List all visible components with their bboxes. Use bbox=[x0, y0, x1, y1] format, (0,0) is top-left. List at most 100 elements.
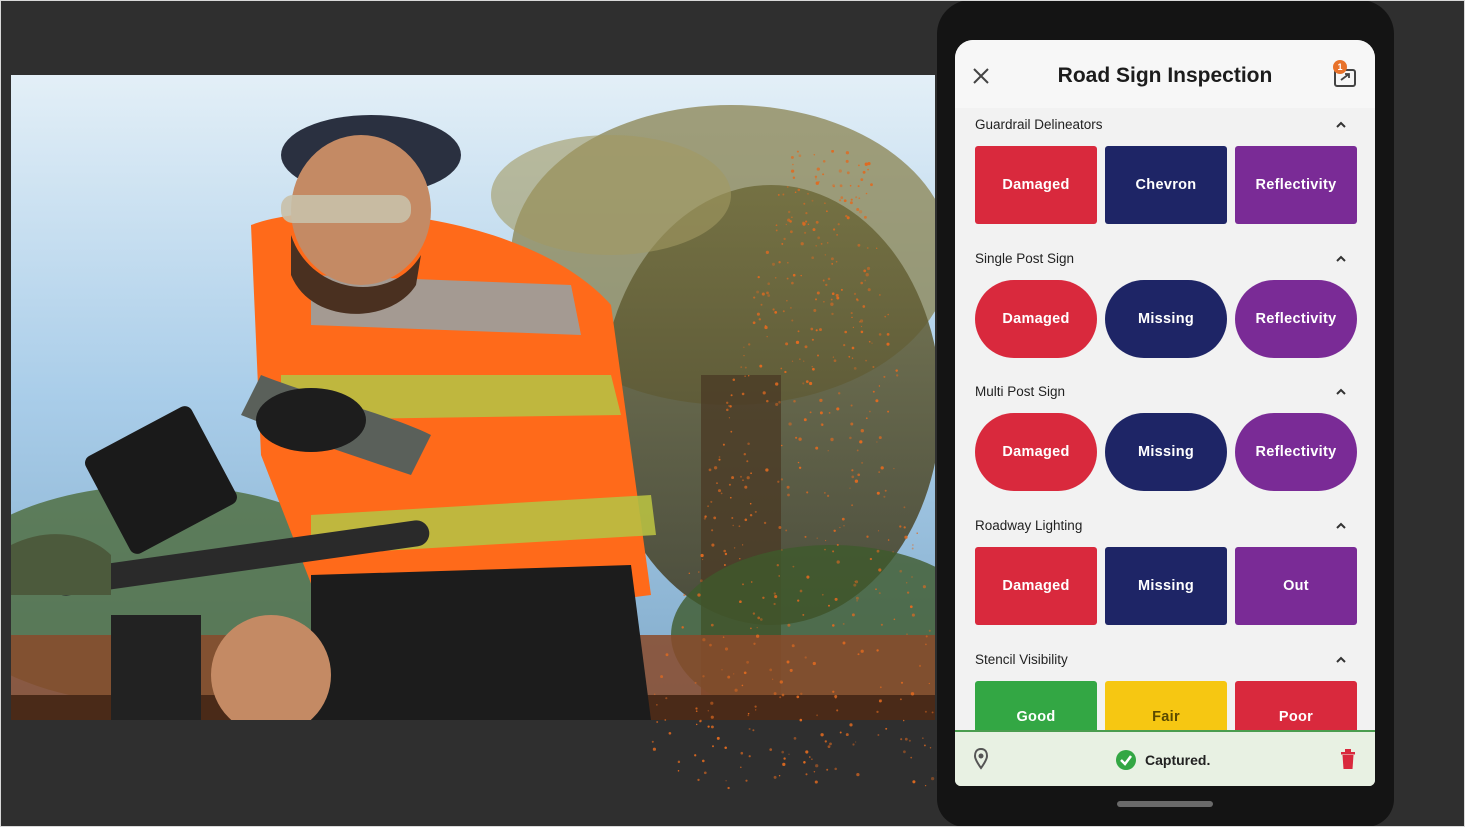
section-label: Single Post Sign bbox=[975, 251, 1075, 266]
particle-dot bbox=[677, 760, 681, 764]
form-content[interactable]: Guardrail Delineators Damaged Chevron Re… bbox=[955, 108, 1375, 730]
single-post-reflectivity-button[interactable]: Reflectivity bbox=[1235, 280, 1357, 358]
particle-dot bbox=[849, 723, 853, 727]
section-stencil-visibility: Stencil Visibility Good Fair Poor bbox=[955, 643, 1375, 730]
particle-dot bbox=[724, 746, 727, 750]
section-label: Stencil Visibility bbox=[975, 652, 1068, 667]
hero-photo bbox=[11, 75, 935, 720]
multi-post-missing-button[interactable]: Missing bbox=[1105, 413, 1227, 491]
home-indicator[interactable] bbox=[1117, 801, 1213, 807]
particle-dot bbox=[703, 771, 707, 775]
stencil-poor-button[interactable]: Poor bbox=[1235, 681, 1357, 730]
particle-dot bbox=[903, 750, 906, 754]
location-pin-icon[interactable] bbox=[973, 748, 989, 770]
particle-dot bbox=[745, 779, 748, 782]
section-header[interactable]: Multi Post Sign bbox=[975, 381, 1355, 403]
particle-dot bbox=[809, 756, 811, 758]
trash-icon[interactable] bbox=[1339, 748, 1357, 770]
particle-dot bbox=[695, 723, 698, 726]
section-header[interactable]: Single Post Sign bbox=[975, 248, 1355, 270]
particle-dot bbox=[652, 747, 656, 751]
lighting-damaged-button[interactable]: Damaged bbox=[975, 547, 1097, 625]
section-multi-post-sign: Multi Post Sign Damaged Missing Reflecti… bbox=[955, 375, 1375, 509]
section-header[interactable]: Guardrail Delineators bbox=[975, 114, 1355, 136]
particle-dot bbox=[793, 737, 797, 740]
particle-dot bbox=[922, 737, 924, 739]
section-roadway-lighting: Roadway Lighting Damaged Missing Out bbox=[955, 509, 1375, 643]
particle-dot bbox=[805, 773, 808, 776]
section-label: Roadway Lighting bbox=[975, 518, 1083, 533]
single-post-missing-button[interactable]: Missing bbox=[1105, 280, 1227, 358]
particle-dot bbox=[697, 778, 700, 782]
check-circle-icon bbox=[1116, 750, 1136, 770]
particle-dot bbox=[829, 742, 832, 746]
chevron-up-icon[interactable] bbox=[1335, 119, 1347, 131]
particle-dot bbox=[834, 767, 837, 771]
particle-dot bbox=[826, 768, 829, 771]
particle-dot bbox=[845, 733, 849, 737]
particle-dot bbox=[929, 747, 932, 749]
phone-device: Road Sign Inspection 1 Guardrail Delinea… bbox=[937, 0, 1394, 827]
particle-dot bbox=[716, 736, 720, 740]
particle-dot bbox=[885, 727, 888, 730]
capture-status: Captured. bbox=[1115, 748, 1210, 772]
particle-dot bbox=[877, 734, 880, 736]
chevron-up-icon[interactable] bbox=[1335, 386, 1347, 398]
app-screen: Road Sign Inspection 1 Guardrail Delinea… bbox=[955, 40, 1375, 786]
particle-dot bbox=[677, 770, 680, 772]
guardrail-chevron-button[interactable]: Chevron bbox=[1105, 146, 1227, 224]
particle-dot bbox=[910, 756, 913, 759]
lighting-out-button[interactable]: Out bbox=[1235, 547, 1357, 625]
particle-dot bbox=[748, 755, 751, 758]
particle-dot bbox=[783, 757, 786, 760]
guardrail-reflectivity-button[interactable]: Reflectivity bbox=[1235, 146, 1357, 224]
particle-dot bbox=[803, 761, 806, 764]
stencil-good-button[interactable]: Good bbox=[975, 681, 1097, 730]
particle-dot bbox=[782, 762, 786, 767]
particle-dot bbox=[923, 744, 926, 747]
particle-dot bbox=[827, 745, 831, 749]
particle-dot bbox=[900, 738, 903, 741]
section-header[interactable]: Stencil Visibility bbox=[975, 649, 1355, 671]
particle-dot bbox=[852, 743, 855, 746]
guardrail-damaged-button[interactable]: Damaged bbox=[975, 146, 1097, 224]
particle-dot bbox=[701, 759, 705, 763]
particle-dot bbox=[656, 721, 659, 723]
particle-dot bbox=[814, 780, 818, 784]
particle-dot bbox=[707, 725, 710, 728]
button-label: Fair bbox=[1152, 709, 1180, 725]
particle-dot bbox=[820, 733, 824, 737]
particle-dot bbox=[856, 772, 860, 777]
particle-dot bbox=[699, 720, 702, 723]
single-post-damaged-button[interactable]: Damaged bbox=[975, 280, 1097, 358]
stencil-fair-button[interactable]: Fair bbox=[1105, 681, 1227, 730]
close-icon[interactable] bbox=[971, 66, 991, 86]
particle-dot bbox=[908, 739, 911, 742]
particle-dot bbox=[651, 740, 654, 743]
particle-dot bbox=[813, 770, 816, 773]
particle-dot bbox=[805, 750, 809, 754]
section-header[interactable]: Roadway Lighting bbox=[975, 515, 1355, 537]
status-footer: Captured. bbox=[955, 730, 1375, 786]
multi-post-reflectivity-button[interactable]: Reflectivity bbox=[1235, 413, 1357, 491]
particle-dot bbox=[668, 731, 672, 735]
button-label: Poor bbox=[1278, 709, 1314, 725]
particle-dot bbox=[924, 784, 927, 787]
section-label: Multi Post Sign bbox=[975, 384, 1066, 399]
particle-dot bbox=[781, 750, 784, 754]
particle-dot bbox=[727, 786, 730, 790]
app-header: Road Sign Inspection 1 bbox=[955, 40, 1375, 108]
outbox-count-badge: 1 bbox=[1333, 60, 1347, 74]
particle-dot bbox=[788, 753, 790, 755]
particle-dot bbox=[904, 737, 908, 741]
multi-post-damaged-button[interactable]: Damaged bbox=[975, 413, 1097, 491]
particle-dot bbox=[748, 727, 751, 731]
chevron-up-icon[interactable] bbox=[1335, 654, 1347, 666]
chevron-up-icon[interactable] bbox=[1335, 253, 1347, 265]
section-single-post-sign: Single Post Sign Damaged Missing Reflect… bbox=[955, 242, 1375, 376]
particle-dot bbox=[811, 758, 813, 760]
chevron-up-icon[interactable] bbox=[1335, 520, 1347, 532]
lighting-missing-button[interactable]: Missing bbox=[1105, 547, 1227, 625]
particle-dot bbox=[752, 729, 755, 732]
cyclist-illustration bbox=[11, 75, 935, 720]
